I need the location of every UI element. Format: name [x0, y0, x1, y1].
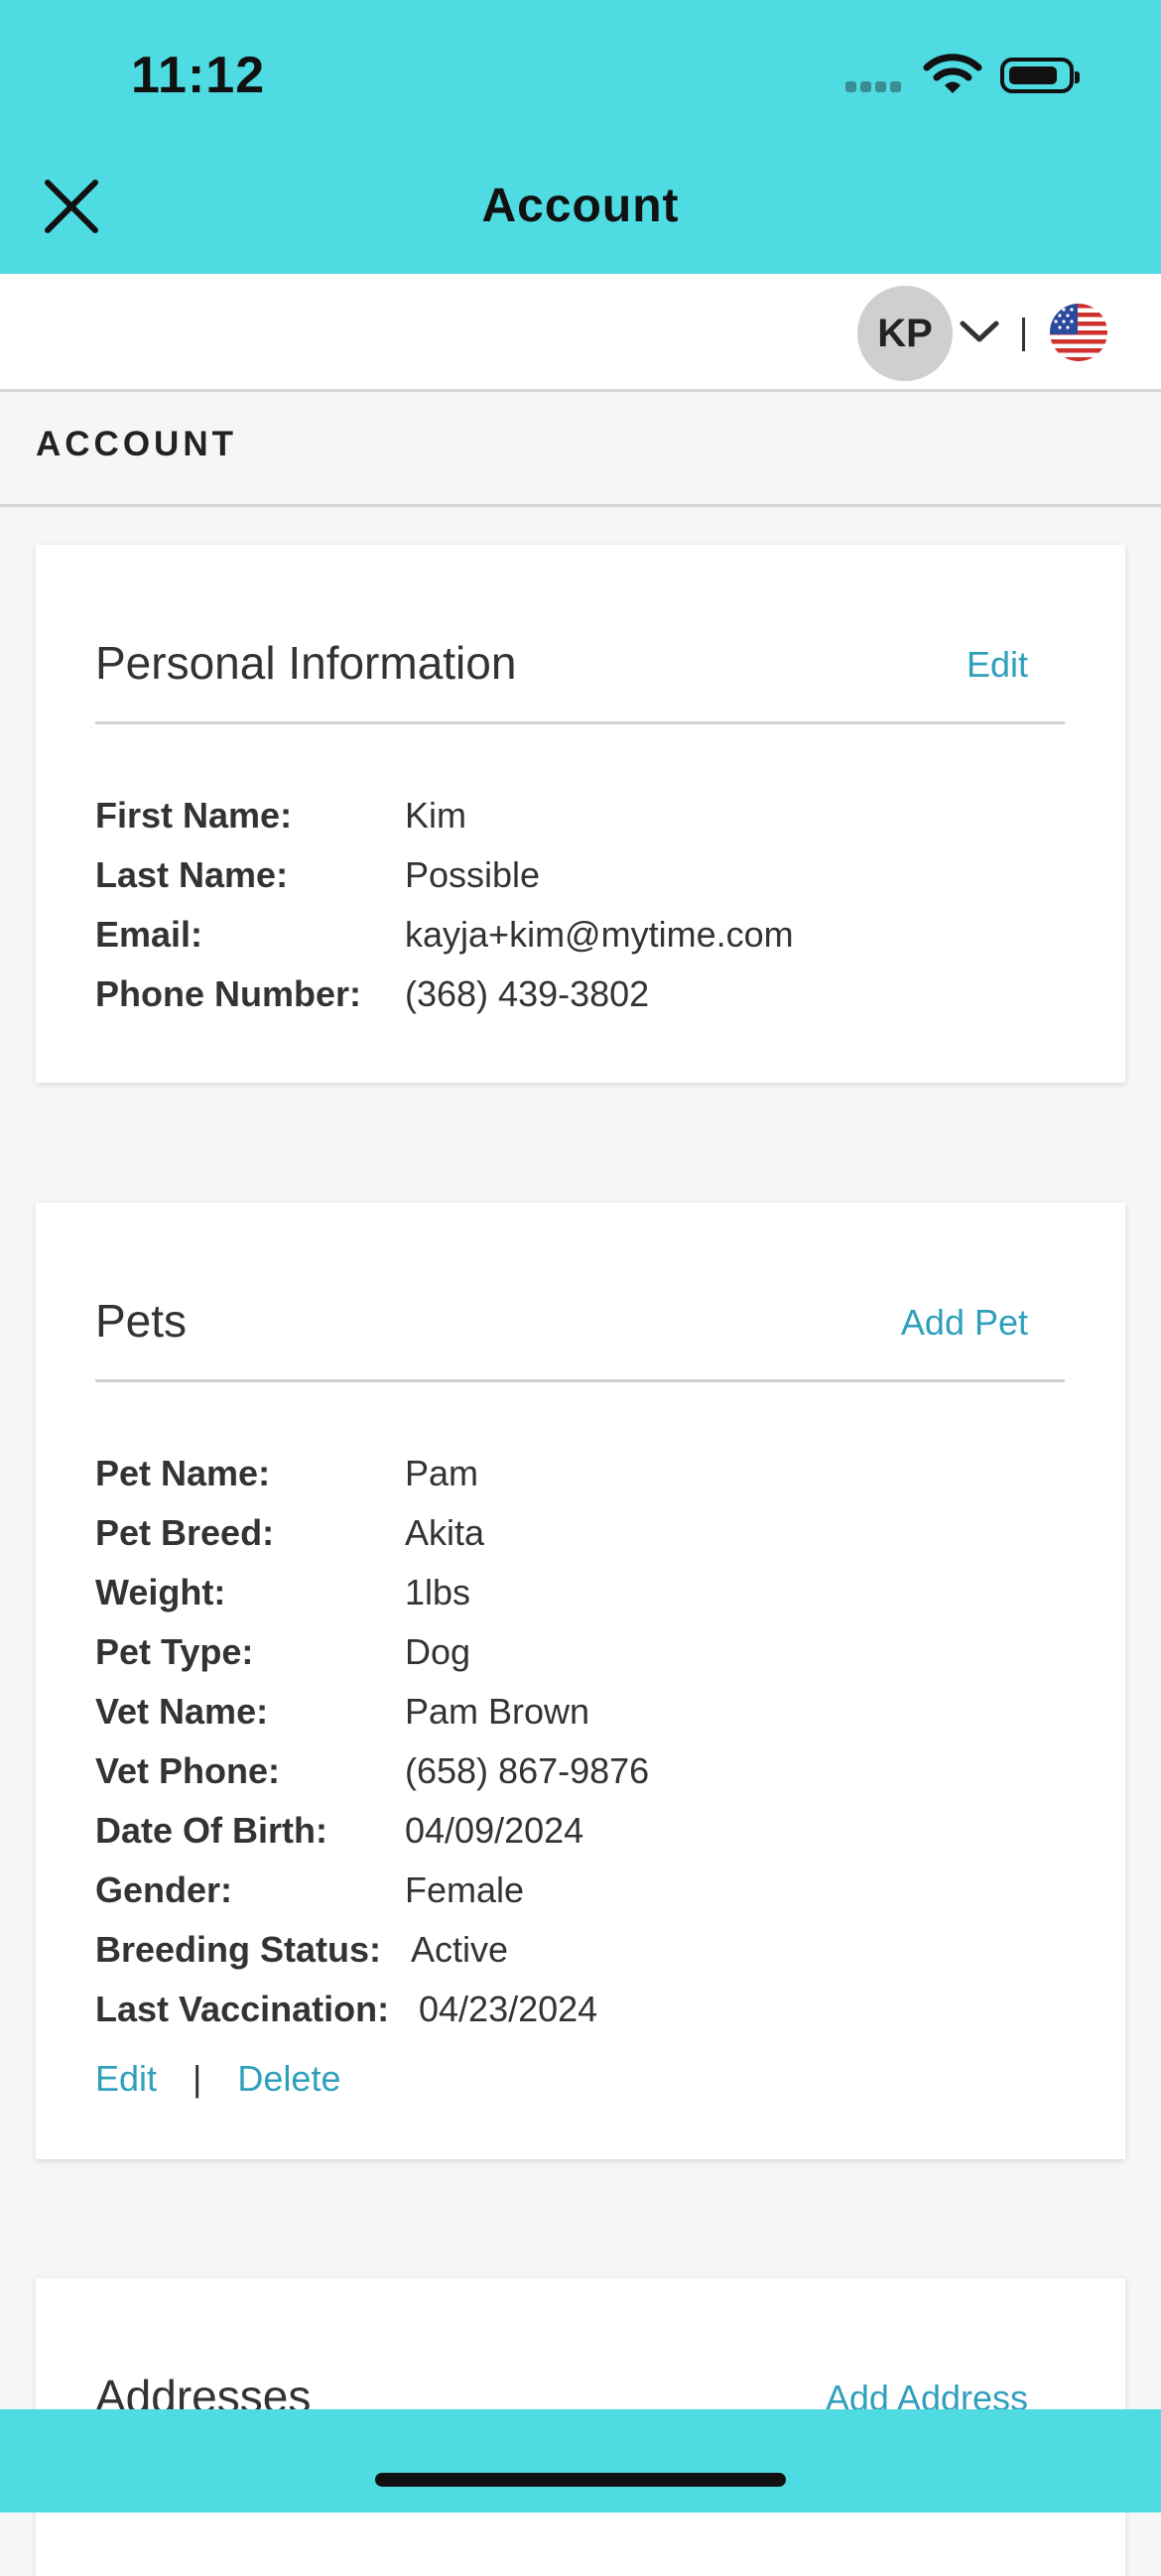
avatar[interactable]: KP	[857, 286, 953, 381]
field-value: Dog	[405, 1631, 471, 1672]
pet-row-type: Pet Type: Dog	[95, 1631, 470, 1673]
field-label: Pet Name:	[95, 1453, 271, 1493]
pet-row-breed: Pet Breed: Akita	[95, 1512, 484, 1554]
section-heading: ACCOUNT	[36, 425, 237, 463]
card-title: Pets	[95, 1295, 188, 1347]
us-flag-icon[interactable]	[1050, 304, 1107, 361]
info-row-email: Email: kayja+kim@mytime.com	[95, 914, 794, 956]
pet-row-vet-name: Vet Name: Pam Brown	[95, 1691, 589, 1733]
personal-info-card: Personal Information Edit First Name: Ki…	[36, 545, 1125, 1083]
field-value: (658) 867-9876	[405, 1750, 650, 1791]
field-label: Pet Breed:	[95, 1512, 275, 1553]
field-label: Vet Name:	[95, 1691, 269, 1732]
delete-pet-button[interactable]: Delete	[237, 2058, 340, 2099]
field-label: Vet Phone:	[95, 1750, 281, 1791]
home-indicator[interactable]	[375, 2473, 786, 2487]
wifi-icon	[923, 54, 982, 93]
field-label: Phone Number:	[95, 973, 362, 1014]
card-divider	[95, 1379, 1065, 1382]
pet-row-weight: Weight: 1lbs	[95, 1572, 470, 1613]
field-value: Female	[405, 1869, 525, 1910]
status-time: 11:12	[131, 47, 266, 104]
chevron-down-icon[interactable]	[957, 312, 1002, 351]
pet-row-gender: Gender: Female	[95, 1869, 524, 1911]
field-value: 04/09/2024	[405, 1810, 584, 1851]
field-label: Gender:	[95, 1869, 233, 1910]
field-label: Last Vaccination:	[95, 1989, 390, 2029]
field-value: (368) 439-3802	[405, 973, 650, 1014]
field-label: Email:	[95, 914, 203, 955]
field-value: Active	[411, 1929, 509, 1970]
field-label: Pet Type:	[95, 1631, 254, 1672]
divider	[1022, 318, 1025, 351]
field-label: Date Of Birth:	[95, 1810, 327, 1851]
add-pet-button[interactable]: Add Pet	[901, 1302, 1028, 1344]
pet-row-last-vaccination: Last Vaccination: 04/23/2024	[95, 1989, 597, 2030]
pet-row-dob: Date Of Birth: 04/09/2024	[95, 1810, 583, 1852]
action-separator: |	[193, 2058, 202, 2099]
field-value: 04/23/2024	[419, 1989, 598, 2029]
battery-icon	[1000, 58, 1080, 93]
info-row-first-name: First Name: Kim	[95, 795, 466, 837]
field-value: Kim	[405, 795, 466, 836]
info-row-last-name: Last Name: Possible	[95, 854, 540, 896]
section-divider	[0, 504, 1161, 507]
edit-personal-button[interactable]: Edit	[967, 644, 1028, 686]
cellular-signal-icon	[845, 79, 905, 97]
top-bar: 11:12 Account	[0, 0, 1161, 274]
field-value: Akita	[405, 1512, 485, 1553]
field-value: Possible	[405, 854, 541, 895]
bottom-bar	[0, 2409, 1161, 2512]
pet-row-vet-phone: Vet Phone: (658) 867-9876	[95, 1750, 649, 1792]
field-value: Pam	[405, 1453, 479, 1493]
field-label: Breeding Status:	[95, 1929, 382, 1970]
field-value: Pam Brown	[405, 1691, 590, 1732]
pet-row-breeding-status: Breeding Status: Active	[95, 1929, 508, 1971]
field-value: 1lbs	[405, 1572, 471, 1612]
card-title: Personal Information	[95, 637, 517, 689]
field-label: Last Name:	[95, 854, 289, 895]
pet-row-name: Pet Name: Pam	[95, 1453, 478, 1494]
card-divider	[95, 721, 1065, 724]
field-label: Weight:	[95, 1572, 226, 1612]
field-value: kayja+kim@mytime.com	[405, 914, 794, 955]
page-title: Account	[481, 180, 680, 232]
info-row-phone: Phone Number: (368) 439-3802	[95, 973, 649, 1015]
pets-card: Pets Add Pet Pet Name: Pam Pet Breed: Ak…	[36, 1203, 1125, 2159]
pet-actions: Edit | Delete	[95, 2058, 340, 2100]
user-bar: KP	[0, 274, 1161, 392]
edit-pet-button[interactable]: Edit	[95, 2058, 157, 2099]
field-label: First Name:	[95, 795, 293, 836]
